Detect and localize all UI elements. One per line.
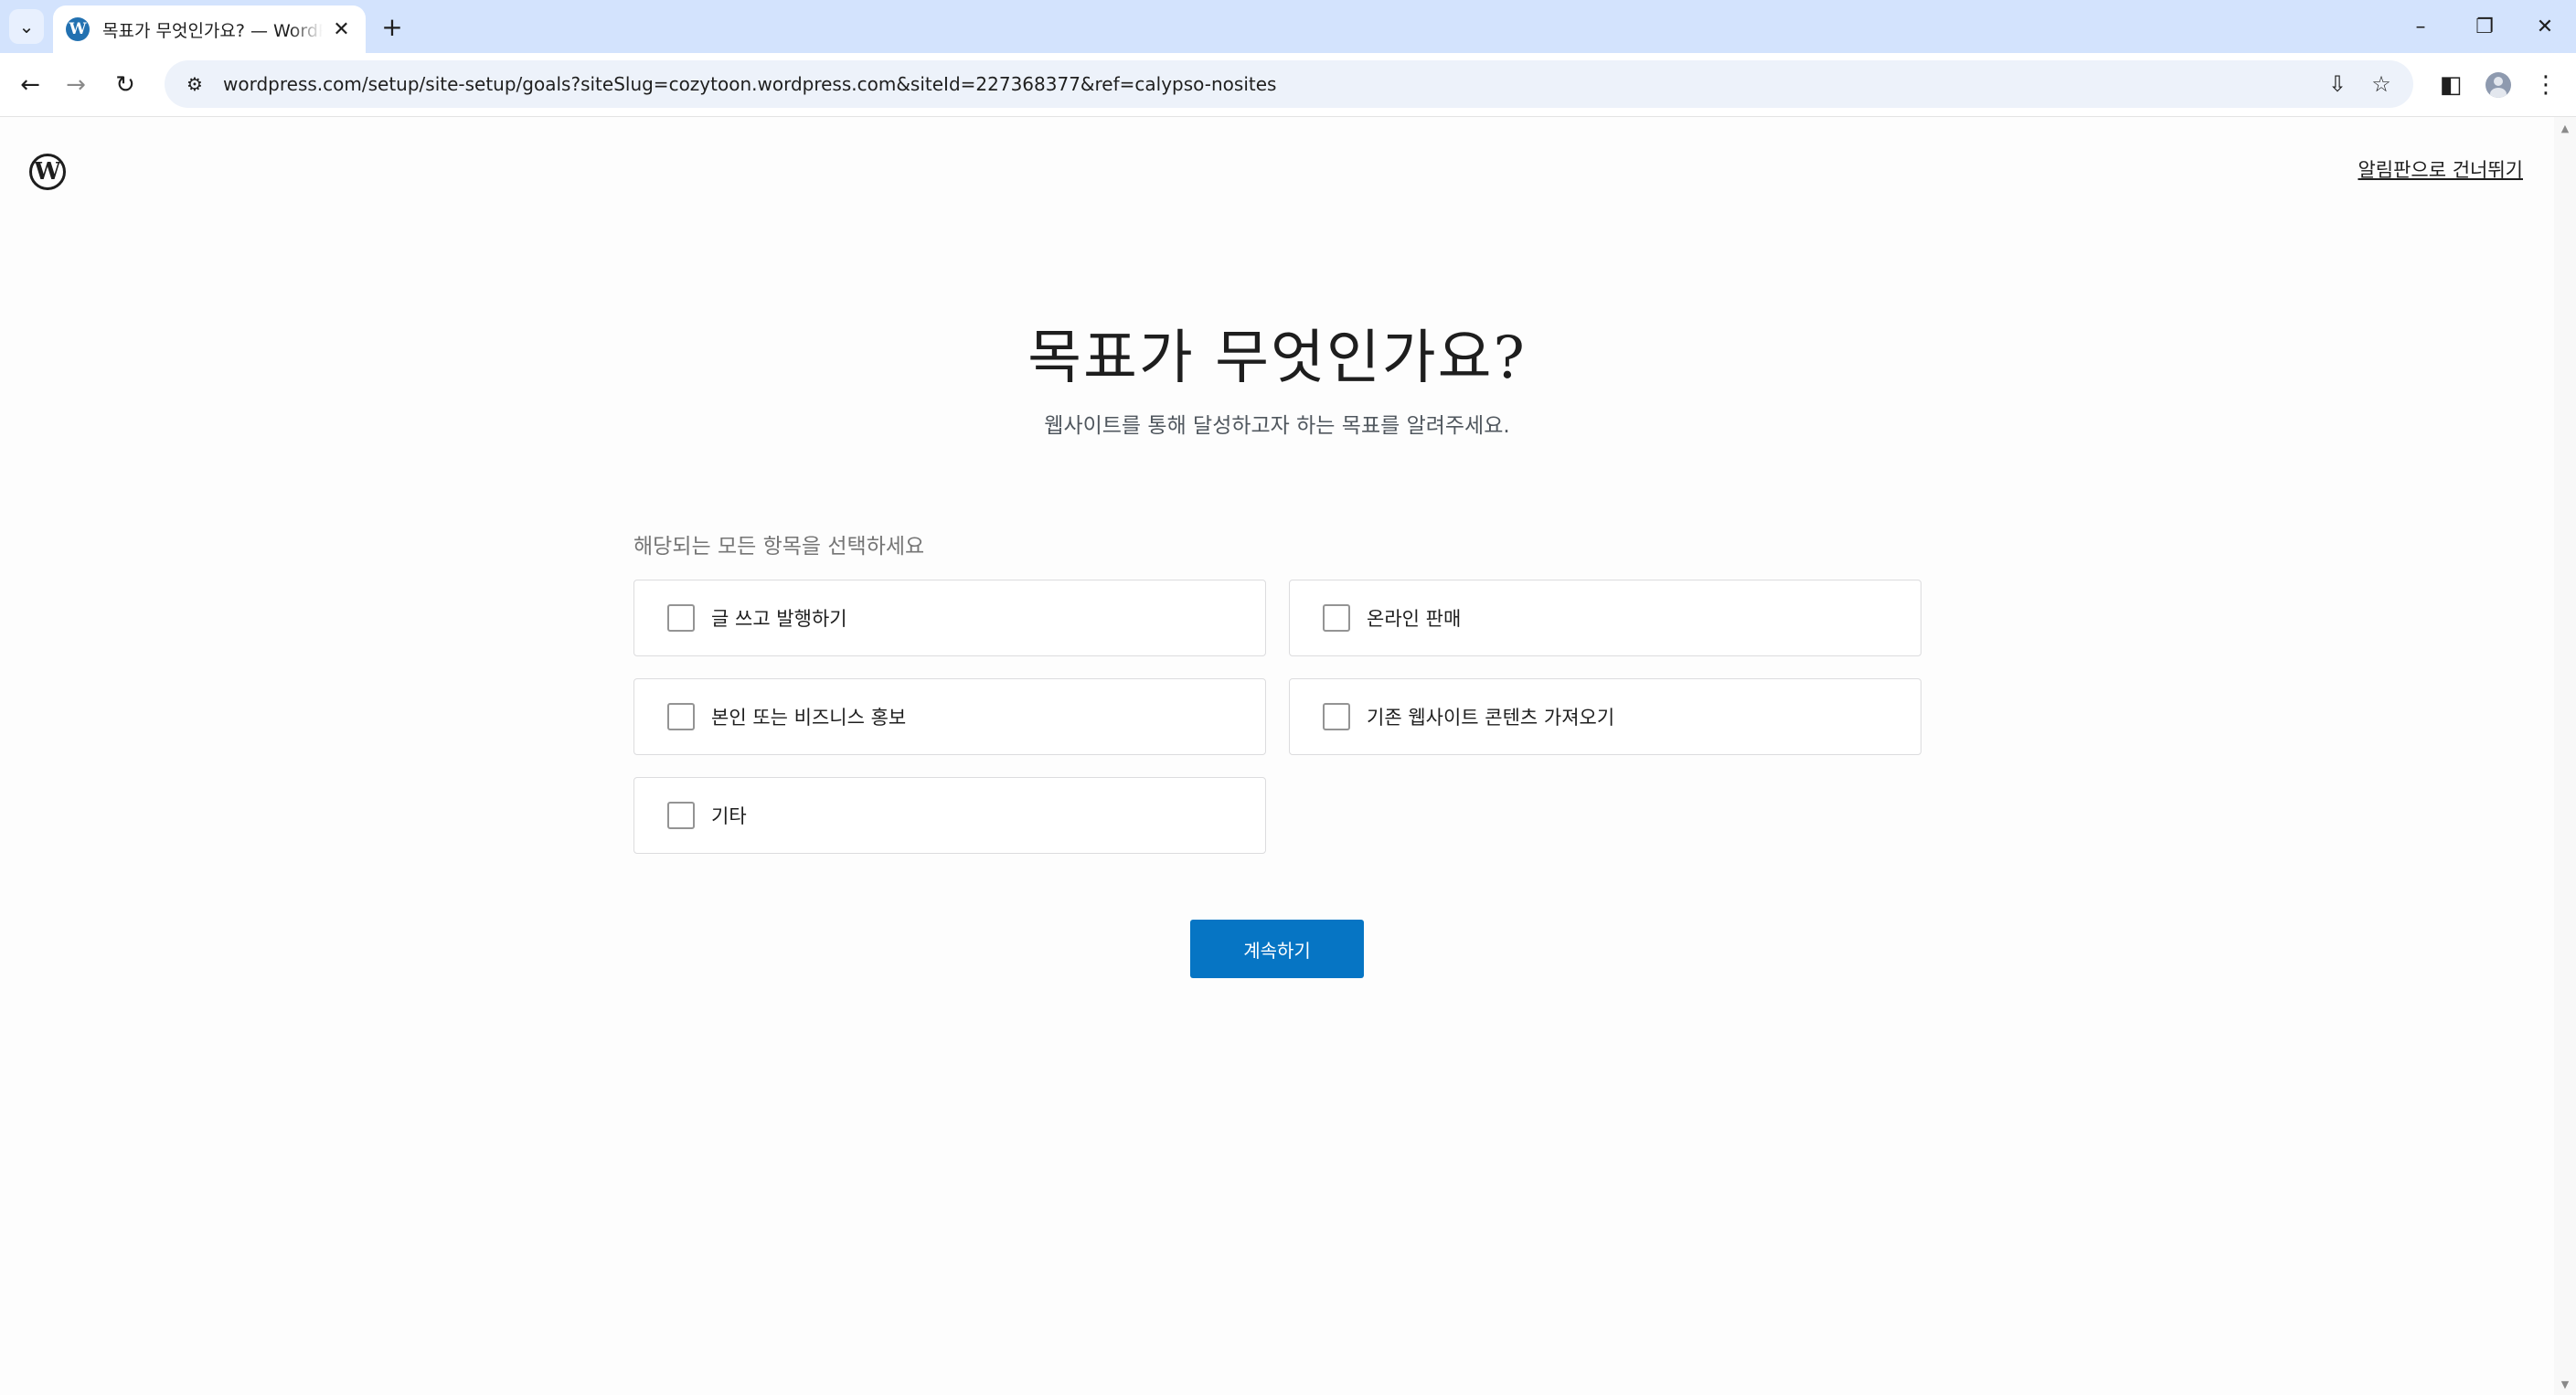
goal-option-sell[interactable]: 온라인 판매 xyxy=(1289,580,1921,656)
wordpress-icon: W xyxy=(66,17,90,41)
skip-to-dashboard-link[interactable]: 알림판으로 건너뛰기 xyxy=(2358,155,2523,183)
wordpress-logo-icon[interactable]: W xyxy=(29,154,66,190)
bookmark-star-icon[interactable]: ☆ xyxy=(2366,69,2397,100)
select-all-label: 해당되는 모든 항목을 선택하세요 xyxy=(633,535,925,559)
url-text[interactable]: wordpress.com/setup/site-setup/goals?sit… xyxy=(223,73,1276,95)
browser-tab[interactable]: W 목표가 무엇인가요? — WordPress.com ✕ xyxy=(53,5,366,53)
side-panel-icon[interactable]: ◧ xyxy=(2432,66,2470,104)
checkbox[interactable] xyxy=(667,604,695,632)
checkbox[interactable] xyxy=(1323,604,1350,632)
goal-option-promote[interactable]: 본인 또는 비즈니스 홍보 xyxy=(633,678,1266,755)
tab-list-button[interactable]: ⌄ xyxy=(9,9,44,44)
goal-label: 온라인 판매 xyxy=(1367,608,1462,630)
tab-title: 목표가 무엇인가요? — WordPress.com xyxy=(102,20,323,41)
site-info-icon[interactable]: ⚙ xyxy=(179,69,210,100)
goal-option-write[interactable]: 글 쓰고 발행하기 xyxy=(633,580,1266,656)
menu-icon[interactable]: ⋮ xyxy=(2527,66,2565,104)
goal-label: 기존 웹사이트 콘텐츠 가져오기 xyxy=(1367,707,1615,729)
close-window-button[interactable]: ✕ xyxy=(2517,7,2572,46)
install-icon[interactable]: ⇩ xyxy=(2322,69,2353,100)
back-icon[interactable]: ← xyxy=(11,66,49,104)
scroll-up-arrow-icon[interactable]: ▲ xyxy=(2554,119,2576,137)
goal-label: 글 쓰고 발행하기 xyxy=(711,608,847,630)
goal-option-import[interactable]: 기존 웹사이트 콘텐츠 가져오기 xyxy=(1289,678,1921,755)
page-subtitle: 웹사이트를 통해 달성하고자 하는 목표를 알려주세요. xyxy=(1044,414,1510,438)
checkbox[interactable] xyxy=(667,802,695,829)
scroll-down-arrow-icon[interactable]: ▼ xyxy=(2554,1375,2576,1393)
page-title: 목표가 무엇인가요? xyxy=(1027,325,1527,392)
close-tab-icon[interactable]: ✕ xyxy=(330,18,353,41)
browser-toolbar: ← → ↻ ⚙ wordpress.com/setup/site-setup/g… xyxy=(0,53,2576,117)
avatar xyxy=(2486,72,2511,98)
checkbox[interactable] xyxy=(1323,703,1350,730)
continue-button[interactable]: 계속하기 xyxy=(1190,920,1364,978)
goal-label: 기타 xyxy=(711,805,747,827)
scrollbar[interactable]: ▲ ▼ xyxy=(2554,117,2576,1395)
reload-icon[interactable]: ↻ xyxy=(106,66,144,104)
forward-icon[interactable]: → xyxy=(57,66,95,104)
profile-button[interactable] xyxy=(2479,66,2517,104)
goal-option-other[interactable]: 기타 xyxy=(633,777,1266,854)
checkbox[interactable] xyxy=(667,703,695,730)
new-tab-button[interactable]: + xyxy=(377,11,408,42)
chevron-down-icon: ⌄ xyxy=(18,16,35,37)
minimize-button[interactable]: – xyxy=(2393,7,2448,46)
browser-tab-bar: ⌄ W 목표가 무엇인가요? — WordPress.com ✕ + – ❐ ✕ xyxy=(0,0,2576,53)
address-bar[interactable]: ⚙ wordpress.com/setup/site-setup/goals?s… xyxy=(165,60,2413,108)
goal-label: 본인 또는 비즈니스 홍보 xyxy=(711,707,907,729)
restore-button[interactable]: ❐ xyxy=(2457,7,2512,46)
